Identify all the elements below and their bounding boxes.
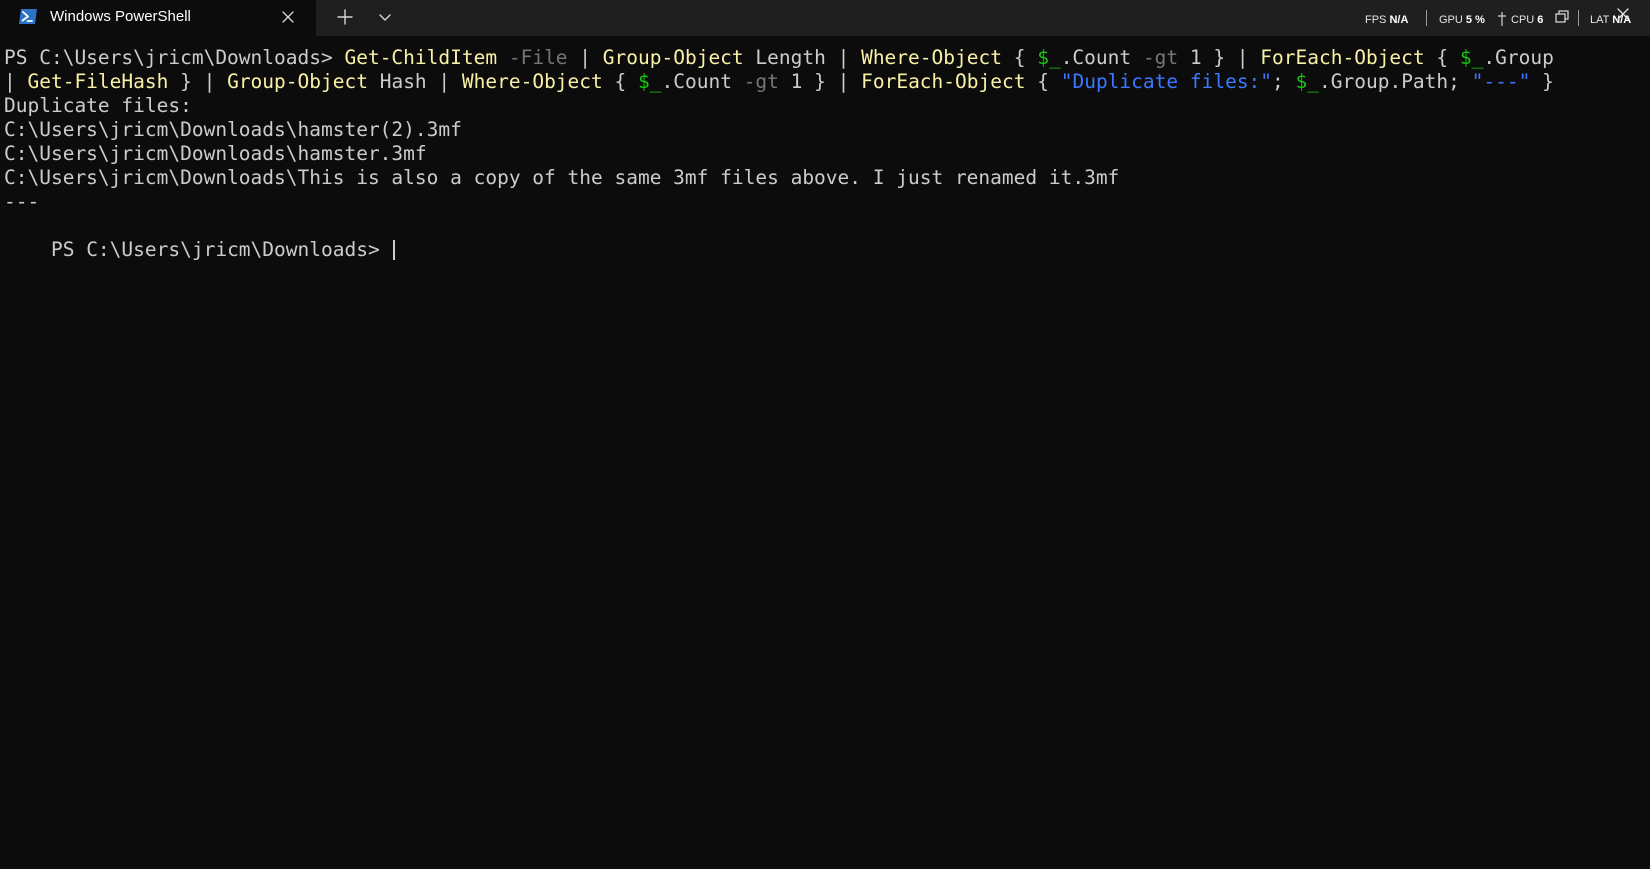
command-token: Get-FileHash bbox=[27, 70, 169, 93]
close-overlay-icon[interactable] bbox=[1616, 8, 1630, 20]
text-cursor bbox=[393, 240, 396, 260]
command-token: "---" bbox=[1471, 70, 1531, 93]
gpu-readout: GPU 5 % bbox=[1439, 12, 1485, 28]
fps-readout: FPS N/A bbox=[1365, 12, 1408, 28]
command-token: { bbox=[1025, 70, 1061, 93]
command-token: $_ bbox=[638, 70, 662, 93]
window-stack-icon bbox=[1555, 10, 1569, 23]
command-token: } | bbox=[168, 70, 228, 93]
command-token: { bbox=[1424, 46, 1460, 69]
output-line: C:\Users\jricm\Downloads\hamster(2).3mf bbox=[4, 118, 462, 141]
command-token: .Group bbox=[1483, 46, 1554, 69]
cpu-value: 6 bbox=[1537, 14, 1544, 26]
cpu-readout: CPU 6 bbox=[1511, 12, 1543, 28]
close-icon[interactable] bbox=[280, 9, 296, 25]
output-line: C:\Users\jricm\Downloads\This is also a … bbox=[4, 166, 1120, 189]
command-token: Where-Object bbox=[861, 46, 1002, 69]
fps-label: FPS bbox=[1365, 14, 1387, 26]
command-token: -gt bbox=[743, 70, 779, 93]
command-token: .Group.Path; bbox=[1319, 70, 1472, 93]
command-token: .Count bbox=[661, 70, 744, 93]
command-token: Group-Object bbox=[227, 70, 368, 93]
command-token: 1 } | bbox=[1178, 46, 1261, 69]
perf-divider bbox=[1578, 10, 1579, 26]
command-token bbox=[497, 46, 509, 69]
command-token: -gt bbox=[1142, 46, 1179, 69]
output-line: --- bbox=[4, 190, 40, 213]
command-token: | bbox=[4, 70, 28, 93]
plus-icon[interactable] bbox=[336, 8, 354, 26]
command-token: Length | bbox=[743, 46, 862, 69]
command-token: $_ bbox=[1037, 46, 1061, 69]
command-token: } bbox=[1530, 70, 1554, 93]
command-token: { bbox=[602, 70, 639, 93]
command-token: Where-Object bbox=[461, 70, 603, 93]
command-token: Hash | bbox=[367, 70, 462, 93]
command-token: "Duplicate files:" bbox=[1060, 70, 1273, 93]
command-token: | bbox=[567, 46, 603, 69]
gpu-value: 5 % bbox=[1465, 14, 1485, 26]
command-line-2: | Get-FileHash } | Group-Object Hash | W… bbox=[4, 70, 1554, 94]
output-line: Duplicate files: bbox=[4, 94, 192, 117]
command-token: ForEach-Object bbox=[861, 70, 1026, 93]
command-token: $_ bbox=[1459, 46, 1484, 69]
tab-title: Windows PowerShell bbox=[50, 8, 191, 25]
command-token: ; bbox=[1272, 70, 1296, 93]
command-token: Group-Object bbox=[602, 46, 744, 69]
gpu-label: GPU bbox=[1439, 14, 1463, 26]
cpu-label: CPU bbox=[1511, 14, 1535, 26]
command-token: 1 } | bbox=[778, 70, 862, 93]
prompt-line[interactable]: PS C:\Users\jricm\Downloads> bbox=[4, 214, 396, 261]
prompt-text: PS C:\Users\jricm\Downloads> bbox=[50, 238, 392, 261]
command-token: { bbox=[1001, 46, 1038, 69]
command-token: Get-ChildItem bbox=[344, 46, 498, 69]
perf-divider bbox=[1426, 10, 1427, 26]
command-token: -File bbox=[508, 46, 568, 69]
terminal-output[interactable]: PS C:\Users\jricm\Downloads> Get-ChildIt… bbox=[0, 36, 1650, 869]
output-line: C:\Users\jricm\Downloads\hamster.3mf bbox=[4, 142, 427, 165]
chevron-down-icon[interactable] bbox=[377, 9, 393, 25]
command-token: $_ bbox=[1295, 70, 1320, 93]
command-token: .Count bbox=[1060, 46, 1143, 69]
command-token: PS C:\Users\jricm\Downloads> bbox=[4, 46, 345, 69]
fps-value: N/A bbox=[1389, 14, 1409, 26]
tab-windows-powershell[interactable]: Windows PowerShell bbox=[0, 0, 316, 36]
command-token: ForEach-Object bbox=[1260, 46, 1425, 69]
powershell-icon bbox=[19, 9, 37, 24]
command-line-1: PS C:\Users\jricm\Downloads> Get-ChildIt… bbox=[4, 46, 1554, 70]
lat-label: LAT bbox=[1590, 14, 1610, 26]
title-bar: Windows PowerShell FPS N/A GPU 5 % CPU 6… bbox=[0, 0, 1650, 36]
graph-marker-icon bbox=[1498, 12, 1506, 26]
